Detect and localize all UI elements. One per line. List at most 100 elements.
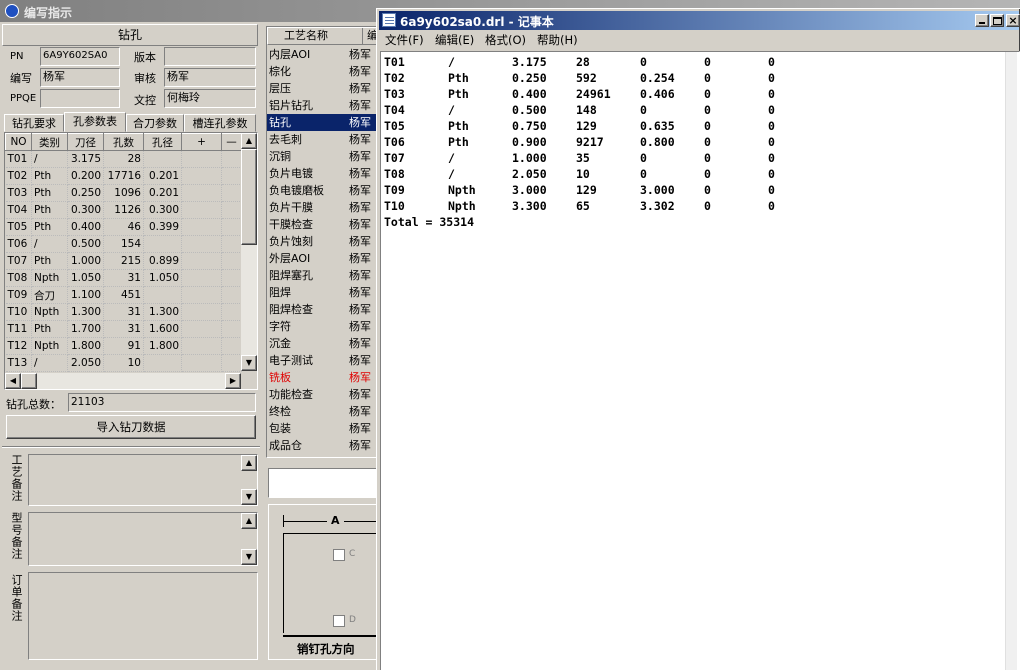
- cell-type[interactable]: Npth: [31, 269, 68, 287]
- cell-tool-dia[interactable]: 1.050: [67, 269, 104, 287]
- cell-type[interactable]: Pth: [31, 201, 68, 219]
- process-input[interactable]: [268, 468, 380, 498]
- notepad-title-bar[interactable]: 6a9y602sa0.drl - 记事本 ×: [379, 11, 1020, 30]
- tab-slot-params[interactable]: 槽连孔参数: [184, 114, 256, 132]
- notepad-vscrollbar[interactable]: [1005, 52, 1017, 670]
- cell-count[interactable]: 215: [103, 252, 144, 270]
- table-row[interactable]: T06/0.500 154: [5, 235, 242, 253]
- menu-file[interactable]: 文件(F): [385, 31, 424, 49]
- cell-type[interactable]: Pth: [31, 218, 68, 236]
- model-note-textarea[interactable]: ▲ ▼: [28, 512, 258, 566]
- cell-tool-dia[interactable]: 1.100: [67, 286, 104, 304]
- scroll-left-icon[interactable]: ◀: [5, 373, 21, 389]
- table-row[interactable]: T01/3.175 28: [5, 150, 242, 168]
- cell-count[interactable]: 28: [103, 150, 144, 168]
- cell-count[interactable]: 31: [103, 320, 144, 338]
- process-item[interactable]: 电子测试 杨军: [267, 352, 379, 369]
- cell-tool-dia[interactable]: 0.250: [67, 184, 104, 202]
- cell-no[interactable]: T09: [5, 286, 32, 304]
- table-row[interactable]: T03 Pth 0.250 1096 0.201: [5, 184, 242, 202]
- cell-count[interactable]: 10: [103, 354, 144, 372]
- cell-tool-dia[interactable]: 1.700: [67, 320, 104, 338]
- cell-type[interactable]: /: [31, 354, 68, 372]
- cell-hole-dia[interactable]: 1.300: [143, 303, 182, 321]
- process-item[interactable]: 成品仓 杨军: [267, 437, 379, 454]
- note-scroll-down-icon[interactable]: ▼: [241, 489, 257, 505]
- process-item[interactable]: 沉铜 杨军: [267, 148, 379, 165]
- table-row[interactable]: T12 Npth 1.800 91 1.800: [5, 337, 242, 355]
- table-row[interactable]: T11 Pth 1.700 31 1.600: [5, 320, 242, 338]
- process-item[interactable]: 铣板 杨军: [267, 369, 379, 386]
- checkbox-c[interactable]: [333, 549, 345, 561]
- process-item[interactable]: 阻焊 杨军: [267, 284, 379, 301]
- menu-format[interactable]: 格式(O): [485, 31, 526, 49]
- cell-tool-dia[interactable]: 0.200: [67, 167, 104, 185]
- cell-hole-dia[interactable]: [143, 150, 182, 168]
- cell-tool-dia[interactable]: 2.050: [67, 354, 104, 372]
- cell-count[interactable]: 46: [103, 218, 144, 236]
- cell-type[interactable]: 合刀: [31, 286, 68, 304]
- add-row-button[interactable]: +: [181, 133, 222, 151]
- cell-tool-dia[interactable]: 0.500: [67, 235, 104, 253]
- process-item[interactable]: 干膜检查 杨军: [267, 216, 379, 233]
- cell-tool-dia[interactable]: 0.400: [67, 218, 104, 236]
- process-item[interactable]: 阻焊塞孔 杨军: [267, 267, 379, 284]
- process-item[interactable]: 字符 杨军: [267, 318, 379, 335]
- scroll-right-icon[interactable]: ▶: [225, 373, 241, 389]
- cell-no[interactable]: T02: [5, 167, 32, 185]
- table-hscrollbar[interactable]: ◀ ▶: [5, 373, 241, 389]
- cell-no[interactable]: T06: [5, 235, 32, 253]
- col-type[interactable]: 类别: [31, 133, 68, 151]
- cell-hole-dia[interactable]: [143, 354, 182, 372]
- cell-type[interactable]: Npth: [31, 303, 68, 321]
- cell-type[interactable]: /: [31, 235, 68, 253]
- process-item[interactable]: 功能检查 杨军: [267, 386, 379, 403]
- cell-no[interactable]: T04: [5, 201, 32, 219]
- process-item[interactable]: 负片蚀刻 杨军: [267, 233, 379, 250]
- cell-no[interactable]: T11: [5, 320, 32, 338]
- total-field[interactable]: 21103: [68, 393, 256, 412]
- cell-hole-dia[interactable]: 0.201: [143, 167, 182, 185]
- process-item[interactable]: 终检 杨军: [267, 403, 379, 420]
- col-tool-dia[interactable]: 刀径: [67, 133, 104, 151]
- cell-count[interactable]: 17716: [103, 167, 144, 185]
- ppqe-field[interactable]: [40, 89, 120, 108]
- process-item[interactable]: 棕化 杨军: [267, 63, 379, 80]
- col-no[interactable]: NO: [5, 133, 32, 151]
- process-item[interactable]: 去毛刺 杨军: [267, 131, 379, 148]
- menu-help[interactable]: 帮助(H): [537, 31, 578, 49]
- cell-type[interactable]: Pth: [31, 320, 68, 338]
- note-scroll-up-icon[interactable]: ▲: [241, 513, 257, 529]
- process-item[interactable]: 负电镀磨板 杨军: [267, 182, 379, 199]
- cell-tool-dia[interactable]: 1.000: [67, 252, 104, 270]
- table-row[interactable]: T10 Npth 1.300 31 1.300: [5, 303, 242, 321]
- cell-hole-dia[interactable]: 0.201: [143, 184, 182, 202]
- cell-no[interactable]: T05: [5, 218, 32, 236]
- cell-type[interactable]: /: [31, 150, 68, 168]
- process-note-textarea[interactable]: ▲ ▼: [28, 454, 258, 506]
- col-hole-dia[interactable]: 孔径: [143, 133, 182, 151]
- cell-no[interactable]: T08: [5, 269, 32, 287]
- hscroll-thumb[interactable]: [21, 373, 37, 389]
- process-item[interactable]: 阻焊检查 杨军: [267, 301, 379, 318]
- process-item[interactable]: 铝片钻孔 杨军: [267, 97, 379, 114]
- table-row[interactable]: T13/2.050 10: [5, 354, 242, 372]
- table-row[interactable]: T05 Pth 0.400 46 0.399: [5, 218, 242, 236]
- minimize-button[interactable]: [975, 14, 989, 27]
- remove-row-button[interactable]: —: [221, 133, 242, 151]
- scroll-up-icon[interactable]: ▲: [241, 133, 257, 149]
- cell-count[interactable]: 1096: [103, 184, 144, 202]
- cell-hole-dia[interactable]: 1.050: [143, 269, 182, 287]
- doc-control-field[interactable]: 何梅玲: [164, 89, 256, 108]
- process-item[interactable]: 包装 杨军: [267, 420, 379, 437]
- cell-no[interactable]: T13: [5, 354, 32, 372]
- notepad-text-area[interactable]: T01 / 3.175 28 0 0 0 T02 Pth 0.250 592 0.254 0 0 T03 Pt…: [380, 51, 1020, 670]
- cell-no[interactable]: T12: [5, 337, 32, 355]
- process-item[interactable]: 钻孔 杨军: [267, 114, 379, 131]
- cell-hole-dia[interactable]: [143, 235, 182, 253]
- cell-no[interactable]: T03: [5, 184, 32, 202]
- process-item[interactable]: 内层AOI 杨军: [267, 46, 379, 63]
- cell-tool-dia[interactable]: 0.300: [67, 201, 104, 219]
- cell-no[interactable]: T07: [5, 252, 32, 270]
- order-note-textarea[interactable]: [28, 572, 258, 660]
